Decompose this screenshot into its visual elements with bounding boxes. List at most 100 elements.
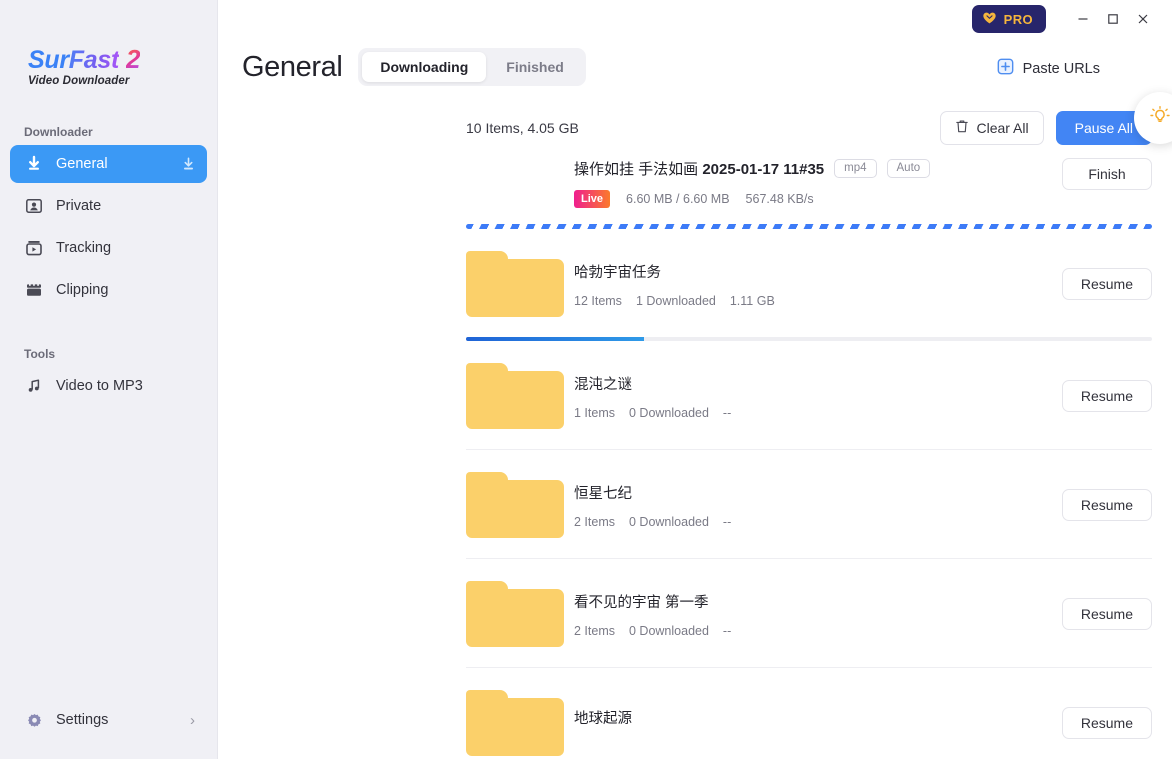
folder-title: 地球起源 — [574, 710, 632, 727]
folder-icon — [466, 581, 564, 648]
folder-size: -- — [722, 623, 732, 638]
tab-finished[interactable]: Finished — [488, 52, 582, 82]
gear-icon — [24, 710, 44, 730]
tab-bar: Downloading Finished — [358, 48, 586, 86]
folder-downloaded-count: 0 Downloaded — [629, 514, 709, 529]
folder-item[interactable]: 哈勃宇宙任务 12 Items 1 Downloaded 1.11 GB Res… — [466, 229, 1152, 337]
live-item-title: 操作如挂 手法如画 2025-01-17 11#35 — [574, 158, 824, 179]
download-item-live[interactable]: 操作如挂 手法如画 2025-01-17 11#35 mp4 Auto Live… — [466, 146, 1152, 214]
folder-item[interactable]: 地球起源 Resume — [466, 668, 1152, 759]
sidebar: SurFast 2 Video Downloader Downloader Ge… — [0, 0, 218, 759]
clipping-film-icon — [24, 280, 44, 300]
folder-item[interactable]: 看不见的宇宙 第一季 2 Items 0 Downloaded -- Resum… — [466, 559, 1152, 667]
music-note-icon — [24, 376, 44, 396]
download-list: 操作如挂 手法如画 2025-01-17 11#35 mp4 Auto Live… — [218, 146, 1172, 759]
live-item-info: 操作如挂 手法如画 2025-01-17 11#35 mp4 Auto Live… — [466, 158, 1062, 209]
sidebar-item-video-to-mp3[interactable]: Video to MP3 — [10, 367, 207, 405]
trash-icon — [955, 119, 969, 137]
sidebar-section-downloader: Downloader — [24, 125, 93, 139]
resume-button[interactable]: Resume — [1061, 489, 1152, 522]
resume-button[interactable]: Resume — [1061, 380, 1152, 413]
live-item-title-row: 操作如挂 手法如画 2025-01-17 11#35 mp4 Auto — [574, 158, 1062, 179]
page-header: General Downloading Finished Paste URLs — [218, 38, 1172, 144]
item-count-text: 10 Items, 4.05 GB — [466, 120, 579, 136]
brand-name-part1: Sur — [28, 46, 69, 74]
folder-icon — [466, 690, 564, 757]
close-button[interactable] — [1128, 4, 1158, 34]
live-item-speed: 567.48 KB/s — [745, 192, 814, 207]
page-title: General — [242, 50, 343, 83]
sidebar-item-label: Settings — [56, 712, 109, 728]
clear-all-button[interactable]: Clear All — [940, 111, 1044, 145]
sidebar-item-label: General — [56, 156, 108, 172]
folder-icon — [466, 472, 564, 539]
folder-downloaded-count: 0 Downloaded — [629, 623, 709, 638]
folder-downloaded-count: 0 Downloaded — [629, 405, 709, 420]
folder-size: 1.11 GB — [729, 293, 775, 308]
paste-urls-button[interactable]: Paste URLs — [997, 58, 1100, 79]
main-content: PRO General Downloading Finished Paste U… — [218, 0, 1172, 759]
finish-button[interactable]: Finish — [1062, 158, 1152, 190]
folder-item-count: 2 Items — [574, 623, 615, 638]
maximize-button[interactable] — [1098, 4, 1128, 34]
brand-subtitle: Video Downloader — [28, 75, 130, 87]
sidebar-item-label: Video to MP3 — [56, 378, 143, 394]
folder-meta: 2 Items 0 Downloaded -- — [574, 624, 1062, 638]
live-item-title-text: 操作如挂 手法如画 — [574, 161, 699, 178]
sidebar-item-label: Private — [56, 198, 102, 214]
clear-all-label: Clear All — [976, 120, 1029, 136]
sidebar-item-label: Tracking — [56, 240, 112, 256]
folder-meta: 1 Items 0 Downloaded -- — [574, 406, 1062, 420]
title-bar: PRO — [218, 0, 1172, 38]
folder-info: 看不见的宇宙 第一季 2 Items 0 Downloaded -- — [574, 591, 1062, 638]
pro-badge-label: PRO — [1003, 11, 1033, 27]
live-item-title-date: 2025-01-17 11#35 — [702, 161, 825, 178]
lightbulb-icon — [1149, 105, 1171, 132]
folder-size: -- — [722, 405, 732, 420]
sidebar-item-clipping[interactable]: Clipping — [10, 271, 207, 309]
resume-button[interactable]: Resume — [1061, 598, 1152, 631]
tracking-video-icon — [24, 238, 44, 258]
sidebar-item-private[interactable]: Private — [10, 187, 207, 225]
folder-title: 恒星七纪 — [574, 485, 632, 502]
tab-downloading[interactable]: Downloading — [362, 52, 487, 82]
download-arrow-icon — [24, 154, 44, 174]
brand-wordmark: SurFast 2 — [28, 46, 217, 73]
sidebar-item-label: Clipping — [56, 282, 109, 298]
folder-info: 哈勃宇宙任务 12 Items 1 Downloaded 1.11 GB — [574, 261, 1062, 308]
folder-icon — [466, 251, 564, 318]
diamond-heart-icon — [982, 11, 997, 28]
app-window: SurFast 2 Video Downloader Downloader Ge… — [0, 0, 1172, 759]
sidebar-item-general[interactable]: General — [10, 145, 207, 183]
folder-item-count: 12 Items — [574, 293, 622, 308]
folder-title: 看不见的宇宙 第一季 — [574, 594, 709, 611]
sidebar-item-tracking[interactable]: Tracking — [10, 229, 207, 267]
folder-item-count: 1 Items — [574, 405, 615, 420]
quality-tag-auto: Auto — [886, 158, 931, 179]
folder-info: 地球起源 — [574, 707, 1062, 740]
private-user-icon — [24, 196, 44, 216]
live-item-meta: Live 6.60 MB / 6.60 MB 567.48 KB/s — [574, 190, 1062, 209]
folder-meta: 12 Items 1 Downloaded 1.11 GB — [574, 294, 1062, 308]
folder-item[interactable]: 恒星七纪 2 Items 0 Downloaded -- Resume — [466, 450, 1152, 558]
pro-badge-button[interactable]: PRO — [971, 5, 1046, 33]
download-tray-icon[interactable] — [179, 155, 197, 173]
live-status-badge: Live — [574, 190, 611, 209]
folder-item[interactable]: 混沌之谜 1 Items 0 Downloaded -- Resume — [466, 341, 1152, 449]
pause-all-label: Pause All — [1074, 120, 1133, 136]
brand-version-number: 2 — [126, 44, 141, 74]
folder-icon — [466, 363, 564, 430]
folder-meta: 2 Items 0 Downloaded -- — [574, 515, 1062, 529]
folder-item-count: 2 Items — [574, 514, 615, 529]
sidebar-item-settings[interactable]: Settings › — [0, 701, 217, 739]
resume-button[interactable]: Resume — [1061, 268, 1152, 301]
list-toolbar: 10 Items, 4.05 GB Clear All Pause All — [458, 88, 1172, 146]
folder-info: 恒星七纪 2 Items 0 Downloaded -- — [574, 482, 1062, 529]
format-tag-mp4: mp4 — [834, 158, 877, 179]
resume-button[interactable]: Resume — [1061, 707, 1152, 740]
minimize-button[interactable] — [1068, 4, 1098, 34]
plus-square-icon — [997, 58, 1014, 79]
live-item-size: 6.60 MB / 6.60 MB — [626, 192, 730, 207]
folder-downloaded-count: 1 Downloaded — [635, 293, 716, 308]
brand-name-part2: Fast — [68, 46, 120, 74]
